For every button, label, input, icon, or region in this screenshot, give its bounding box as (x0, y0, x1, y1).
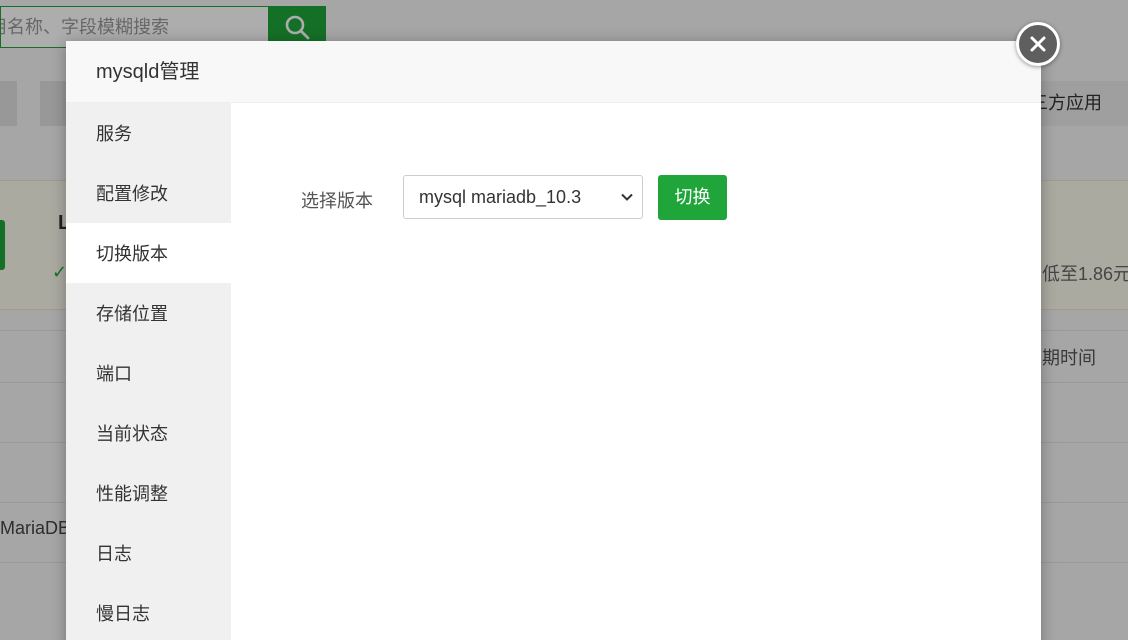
version-select-value: mysql mariadb_10.3 (419, 187, 582, 207)
dialog-sidebar: 服务 配置修改 切换版本 存储位置 端口 当前状态 性能调整 日志 慢日志 (66, 103, 231, 640)
version-label: 选择版本 (301, 191, 373, 211)
switch-version-button[interactable]: 切换 (658, 175, 727, 220)
sidebar-item-config[interactable]: 配置修改 (66, 163, 231, 223)
chevron-down-icon (621, 193, 633, 201)
mysqld-manager-dialog: mysqld管理 服务 配置修改 切换版本 存储位置 端口 当前状态 性能调整 … (66, 41, 1041, 640)
sidebar-item-storage[interactable]: 存储位置 (66, 283, 231, 343)
sidebar-item-slow-log[interactable]: 慢日志 (66, 583, 231, 640)
sidebar-item-log[interactable]: 日志 (66, 523, 231, 583)
sidebar-item-port[interactable]: 端口 (66, 343, 231, 403)
version-select[interactable]: mysql mariadb_10.3 (403, 175, 643, 219)
sidebar-item-performance[interactable]: 性能调整 (66, 463, 231, 523)
sidebar-item-status[interactable]: 当前状态 (66, 403, 231, 463)
dialog-content: 选择版本 mysql mariadb_10.3 切换 (231, 103, 1041, 640)
sidebar-item-service[interactable]: 服务 (66, 103, 231, 163)
dialog-title: mysqld管理 (66, 41, 1041, 103)
close-dialog-button[interactable] (1016, 22, 1060, 66)
sidebar-item-switch-version[interactable]: 切换版本 (66, 223, 231, 283)
close-icon (1030, 36, 1046, 52)
